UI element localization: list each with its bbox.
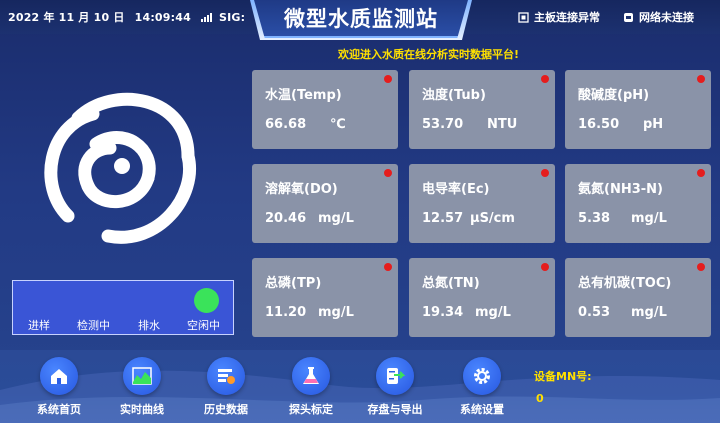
- card-do[interactable]: 溶解氧(DO) 20.46 mg/L: [252, 164, 398, 243]
- card-value: 16.50: [578, 117, 620, 132]
- card-toc[interactable]: 总有机碳(TOC) 0.53 mg/L: [565, 258, 711, 337]
- alarm-dot: [541, 263, 549, 271]
- network-status-text: 网络未连接: [639, 11, 694, 24]
- network-icon: [623, 12, 634, 23]
- history-icon: [207, 357, 245, 395]
- alarm-dot: [697, 75, 705, 83]
- card-unit: mg/L: [475, 305, 511, 320]
- card-label: 总氮(TN): [422, 276, 480, 291]
- nav-history-button[interactable]: 历史数据: [190, 357, 260, 419]
- card-unit: mg/L: [631, 305, 667, 320]
- process-status-strip: 进样 检测中 排水 空闲中: [12, 280, 234, 335]
- board-status-text: 主板连接异常: [534, 11, 600, 24]
- card-unit: mg/L: [318, 211, 354, 226]
- card-unit: μS/cm: [470, 211, 515, 226]
- card-value: 12.57: [422, 211, 464, 226]
- alarm-dot: [541, 169, 549, 177]
- page-title: 微型水质监测站: [284, 7, 438, 31]
- board-status: 主板连接异常: [518, 9, 600, 25]
- card-value: 53.70: [422, 117, 464, 132]
- alarm-dot: [697, 263, 705, 271]
- device-mn-value: 0: [536, 392, 544, 405]
- date-text: 2022 年 11 月 10 日: [8, 11, 125, 24]
- signal-icon: [200, 13, 213, 22]
- card-label: 总磷(TP): [265, 276, 322, 291]
- card-unit: NTU: [487, 117, 518, 132]
- chip-icon: [518, 12, 529, 23]
- welcome-banner: 欢迎进入水质在线分析实时数据平台!: [338, 48, 520, 61]
- nav-label: 实时曲线: [120, 403, 164, 416]
- nav-home-button[interactable]: 系统首页: [23, 357, 93, 419]
- card-label: 酸碱度(pH): [578, 88, 650, 103]
- nav-realtime-curve-button[interactable]: 实时曲线: [106, 357, 176, 419]
- card-label: 水温(Temp): [265, 88, 342, 103]
- status-sampling: 进样: [28, 319, 50, 332]
- card-value: 11.20: [265, 305, 307, 320]
- status-draining: 排水: [138, 319, 160, 332]
- card-label: 氨氮(NH3-N): [578, 182, 663, 197]
- card-label: 总有机碳(TOC): [578, 276, 672, 291]
- sig-label: SIG:: [219, 11, 246, 24]
- nav-label: 系统设置: [460, 403, 504, 416]
- card-ec[interactable]: 电导率(Ec) 12.57 μS/cm: [409, 164, 555, 243]
- card-unit: mg/L: [318, 305, 354, 320]
- export-icon: [376, 357, 414, 395]
- gear-icon: [463, 357, 501, 395]
- chart-icon: [123, 357, 161, 395]
- network-status: 网络未连接: [623, 9, 694, 25]
- alarm-dot: [384, 263, 392, 271]
- home-icon: [40, 357, 78, 395]
- alarm-dot: [697, 169, 705, 177]
- nav-label: 系统首页: [37, 403, 81, 416]
- card-temp[interactable]: 水温(Temp) 66.68 ℃: [252, 70, 398, 149]
- card-value: 66.68: [265, 117, 307, 132]
- datetime: 2022 年 11 月 10 日 14:09:44 SIG: 00: [8, 9, 273, 25]
- nav-export-button[interactable]: 存盘与导出: [359, 357, 429, 419]
- card-tn[interactable]: 总氮(TN) 19.34 mg/L: [409, 258, 555, 337]
- card-turbidity[interactable]: 浊度(Tub) 53.70 NTU: [409, 70, 555, 149]
- idle-indicator: [194, 288, 219, 313]
- status-detecting: 检测中: [77, 319, 110, 332]
- alarm-dot: [384, 169, 392, 177]
- card-value: 0.53: [578, 305, 611, 320]
- flask-icon: [292, 357, 330, 395]
- alarm-dot: [541, 75, 549, 83]
- nav-settings-button[interactable]: 系统设置: [446, 357, 516, 419]
- nav-label: 历史数据: [204, 403, 248, 416]
- status-idle: 空闲中: [187, 319, 220, 332]
- card-unit: mg/L: [631, 211, 667, 226]
- card-value: 5.38: [578, 211, 611, 226]
- card-nh3n[interactable]: 氨氮(NH3-N) 5.38 mg/L: [565, 164, 711, 243]
- logo-icon: [38, 86, 206, 246]
- time-text: 14:09:44: [134, 11, 191, 24]
- card-label: 溶解氧(DO): [265, 182, 338, 197]
- card-value: 19.34: [422, 305, 464, 320]
- card-unit: ℃: [330, 117, 346, 132]
- card-tp[interactable]: 总磷(TP) 11.20 mg/L: [252, 258, 398, 337]
- alarm-dot: [384, 75, 392, 83]
- card-value: 20.46: [265, 211, 307, 226]
- card-ph[interactable]: 酸碱度(pH) 16.50 pH: [565, 70, 711, 149]
- nav-label: 探头标定: [289, 403, 333, 416]
- card-label: 浊度(Tub): [422, 88, 486, 103]
- device-mn-label: 设备MN号:: [534, 370, 592, 383]
- nav-calibration-button[interactable]: 探头标定: [275, 357, 345, 419]
- card-label: 电导率(Ec): [422, 182, 490, 197]
- nav-label: 存盘与导出: [367, 403, 423, 416]
- card-unit: pH: [643, 117, 664, 132]
